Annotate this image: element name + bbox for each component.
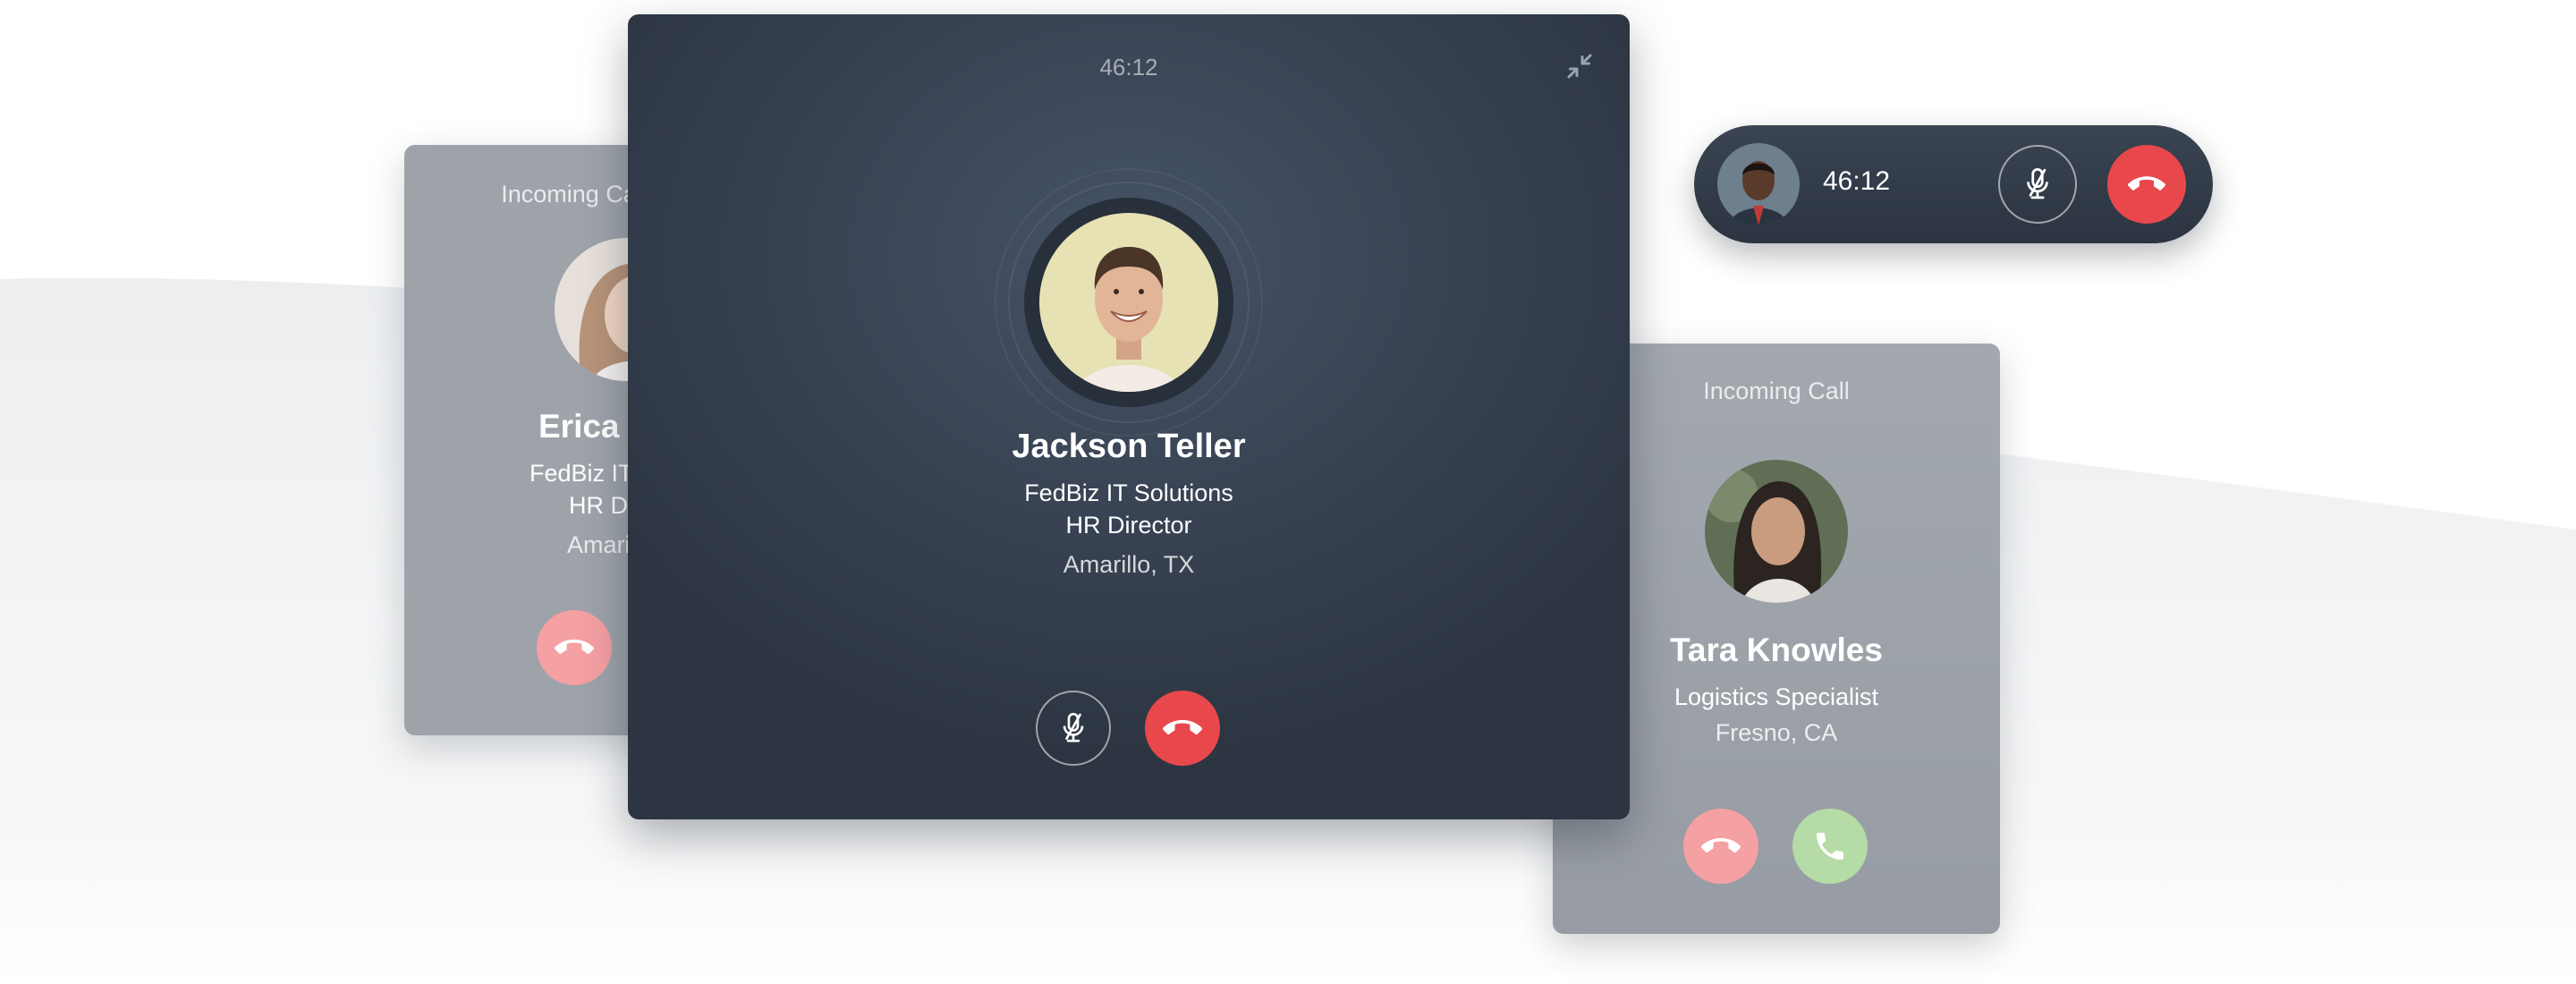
- minimize-button[interactable]: [1563, 50, 1596, 82]
- caller-location: Amarillo, TX: [1063, 551, 1195, 578]
- phone-hangup-icon: [2128, 176, 2165, 191]
- decline-button[interactable]: [537, 610, 612, 685]
- hang-up-button[interactable]: [2107, 145, 2186, 224]
- phone-hangup-icon: [555, 639, 594, 655]
- accept-button[interactable]: [1792, 809, 1868, 884]
- avatar-caller-mini: [1717, 143, 1800, 225]
- phone-hangup-icon: [1163, 719, 1202, 735]
- caller-name: Jackson Teller: [1012, 428, 1246, 465]
- call-timer: 46:12: [1823, 166, 1891, 196]
- avatar-jackson: [1039, 213, 1218, 392]
- caller-company: FedBiz IT Solutions: [1024, 479, 1233, 506]
- active-call-window: 46:12 Jackson Teller FedBiz IT Solutions…: [628, 14, 1630, 819]
- call-timer: 46:12: [1099, 54, 1158, 81]
- caller-role: HR Director: [1065, 512, 1192, 539]
- phone-icon: [1817, 833, 1843, 860]
- phone-hangup-icon: [1701, 837, 1741, 853]
- microphone-off-icon: [2027, 167, 2048, 199]
- microphone-off-icon: [1063, 712, 1084, 742]
- minimize-icon: [1567, 54, 1592, 79]
- decline-button[interactable]: [1683, 809, 1758, 884]
- mute-button[interactable]: [1998, 145, 2077, 224]
- avatar-tara: [1705, 460, 1848, 603]
- hang-up-button[interactable]: [1145, 691, 1220, 766]
- minimized-call-bar[interactable]: 46:12: [1694, 125, 2213, 243]
- mute-button[interactable]: [1036, 691, 1111, 766]
